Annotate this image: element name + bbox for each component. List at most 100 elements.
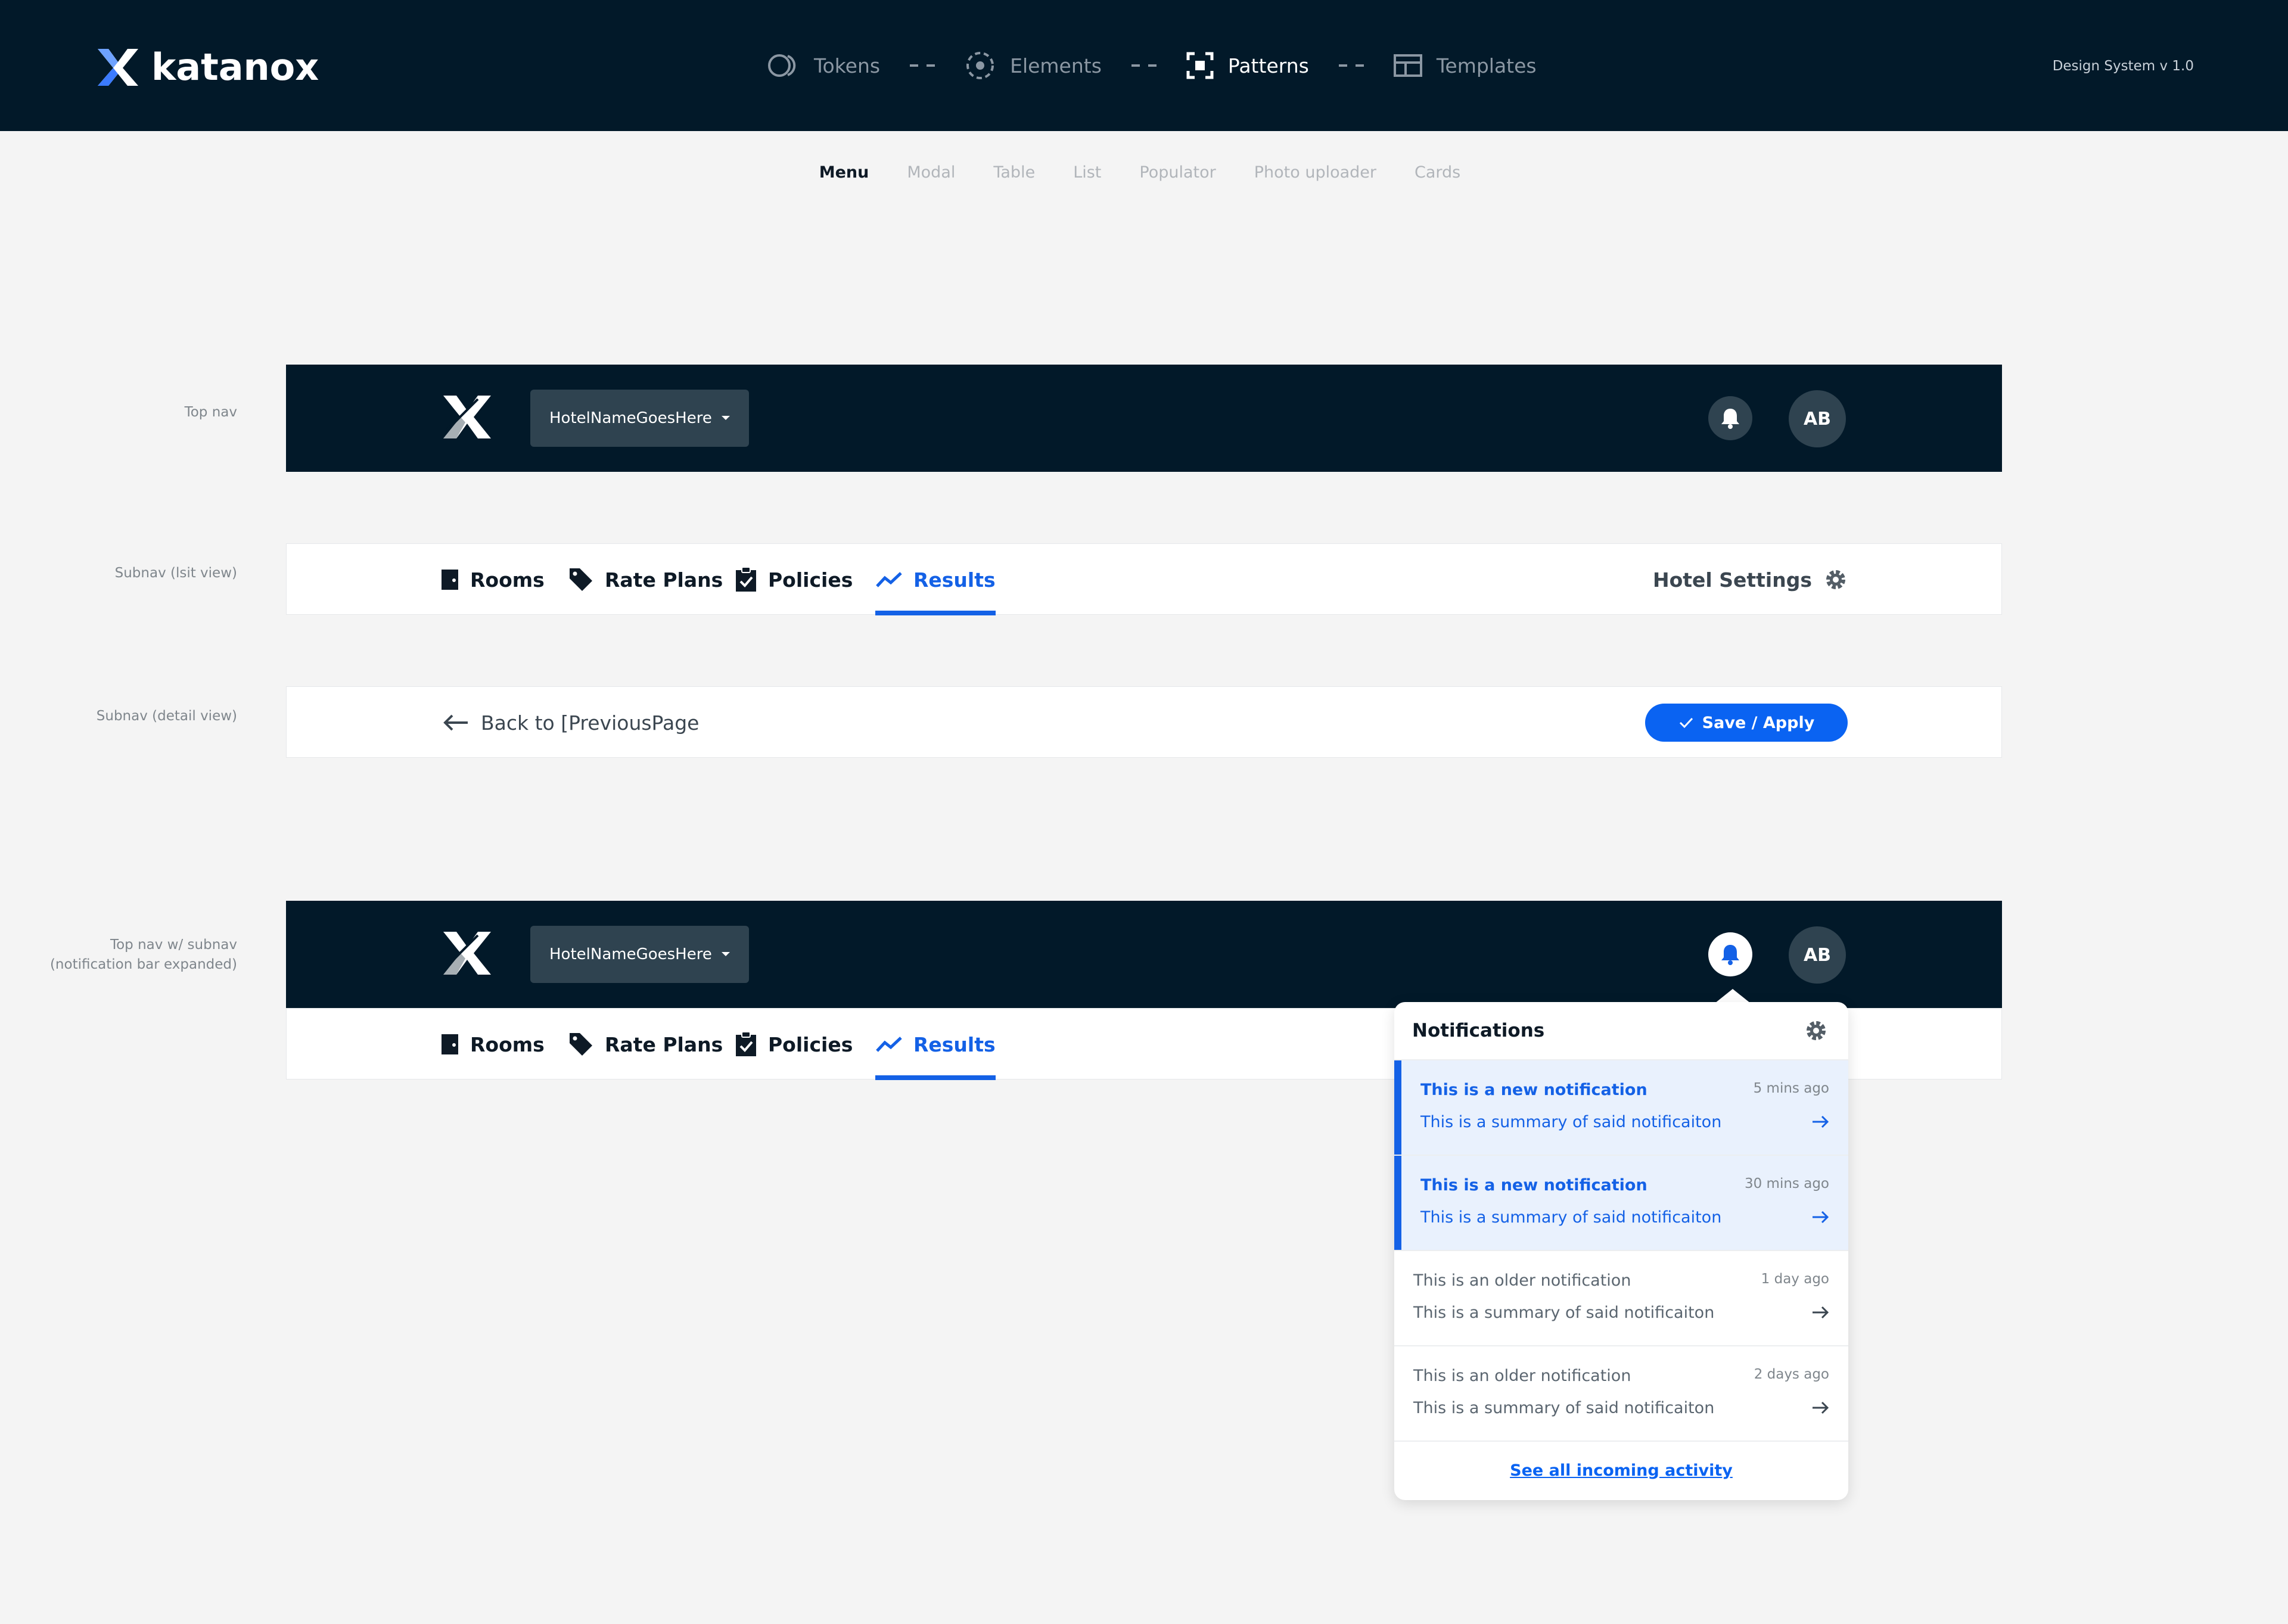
notification-title: This is an older notification xyxy=(1413,1271,1631,1290)
step-label: Patterns xyxy=(1227,54,1309,77)
subnav-item-results[interactable]: Results xyxy=(875,544,996,615)
elements-icon xyxy=(966,52,994,79)
arrow-right-icon xyxy=(1813,1211,1829,1224)
notification-time: 1 day ago xyxy=(1761,1271,1829,1287)
tab-menu[interactable]: Menu xyxy=(819,163,869,182)
hotel-name: HotelNameGoesHere xyxy=(549,409,712,427)
tag-icon xyxy=(570,1033,592,1056)
design-system-steps: Tokens Elements Patterns Templates xyxy=(767,48,1537,83)
trend-icon xyxy=(876,572,902,587)
notifications-panel: Notifications This is a new notification… xyxy=(1394,1002,1848,1500)
design-system-header: katanox Tokens Elements Patterns Templat… xyxy=(0,0,2288,131)
clipboard-check-icon xyxy=(736,567,756,592)
notification-summary: This is a summary of said notificaiton xyxy=(1413,1303,1715,1322)
notification-item[interactable]: This is a new notification 5 mins ago Th… xyxy=(1394,1060,1848,1156)
hotel-settings-link[interactable]: Hotel Settings xyxy=(1653,544,1848,615)
see-all-activity-link[interactable]: See all incoming activity xyxy=(1510,1461,1733,1480)
notifications-button[interactable] xyxy=(1708,396,1752,440)
trend-icon xyxy=(876,1037,902,1052)
notification-time: 5 mins ago xyxy=(1753,1081,1829,1096)
step-templates[interactable]: Templates xyxy=(1393,54,1537,77)
subnav-label: Rooms xyxy=(470,1032,545,1056)
step-divider xyxy=(910,64,935,67)
step-elements[interactable]: Elements xyxy=(965,50,1102,81)
katanox-logo[interactable] xyxy=(442,931,492,979)
avatar[interactable]: AB xyxy=(1789,390,1846,447)
subnav-item-rooms[interactable]: Rooms xyxy=(440,1009,545,1080)
subnav-label: Rate Plans xyxy=(605,1032,723,1056)
notification-item[interactable]: This is a new notification 30 mins ago T… xyxy=(1394,1156,1848,1251)
gear-icon[interactable] xyxy=(1804,1019,1828,1043)
hotel-name: HotelNameGoesHere xyxy=(549,945,712,963)
step-divider xyxy=(1131,64,1157,67)
notifications-title: Notifications xyxy=(1412,1020,1545,1041)
row-label-top-nav-subnav: Top nav w/ subnav (notification bar expa… xyxy=(50,935,237,975)
step-patterns[interactable]: Patterns xyxy=(1186,52,1309,79)
katanox-logo[interactable]: katanox xyxy=(95,45,319,89)
pattern-tabs: Menu Modal Table List Populator Photo up… xyxy=(0,163,2288,182)
tab-table[interactable]: Table xyxy=(993,163,1035,182)
step-label: Templates xyxy=(1436,54,1537,77)
hotel-selector[interactable]: HotelNameGoesHere xyxy=(530,390,749,447)
notification-item[interactable]: This is an older notification 1 day ago … xyxy=(1394,1251,1848,1346)
hotel-settings-label: Hotel Settings xyxy=(1652,568,1812,592)
hotel-selector[interactable]: HotelNameGoesHere xyxy=(530,926,749,983)
notifications-header: Notifications xyxy=(1394,1002,1848,1060)
door-icon xyxy=(442,1034,458,1054)
row-label-line: Top nav w/ subnav xyxy=(110,937,237,953)
brand-name: katanox xyxy=(151,45,319,89)
tab-photo-uploader[interactable]: Photo uploader xyxy=(1254,163,1376,182)
subnav-list-view: Rooms Rate Plans Policies Results Hotel … xyxy=(286,543,2002,615)
subnav-label: Rate Plans xyxy=(605,568,723,592)
step-label: Elements xyxy=(1010,54,1102,77)
save-apply-button[interactable]: Save / Apply xyxy=(1645,704,1848,742)
tag-icon xyxy=(570,568,592,591)
subnav-label: Results xyxy=(913,568,996,592)
subnav-item-rate-plans[interactable]: Rate Plans xyxy=(568,544,723,615)
notification-summary: This is a summary of said notificaiton xyxy=(1420,1208,1722,1227)
katanox-mark-icon xyxy=(98,48,138,86)
subnav-item-rooms[interactable]: Rooms xyxy=(440,544,545,615)
chevron-down-icon xyxy=(722,952,730,956)
bell-icon xyxy=(1721,409,1739,429)
subnav-label: Results xyxy=(913,1032,996,1056)
templates-icon xyxy=(1393,54,1422,77)
check-icon xyxy=(1679,717,1693,729)
katanox-logo[interactable] xyxy=(442,394,492,443)
subnav-item-rate-plans[interactable]: Rate Plans xyxy=(568,1009,723,1080)
notification-title: This is an older notification xyxy=(1413,1367,1631,1385)
notification-title: This is a new notification xyxy=(1420,1081,1647,1099)
design-system-version: Design System v 1.0 xyxy=(2052,58,2194,74)
subnav-label: Policies xyxy=(768,1032,853,1056)
back-link[interactable]: Back to [PreviousPage xyxy=(443,687,699,758)
row-label-subnav-detail: Subnav (detail view) xyxy=(96,708,237,724)
katanox-mark-icon xyxy=(443,396,491,438)
notifications-footer: See all incoming activity xyxy=(1394,1442,1848,1499)
subnav-item-results[interactable]: Results xyxy=(875,1009,996,1080)
notification-item[interactable]: This is an older notification 2 days ago… xyxy=(1394,1346,1848,1442)
save-label: Save / Apply xyxy=(1702,713,1815,732)
subnav-label: Policies xyxy=(768,568,853,592)
tokens-icon xyxy=(768,54,796,77)
row-label-subnav-list: Subnav (lsit view) xyxy=(114,565,237,581)
tab-populator[interactable]: Populator xyxy=(1139,163,1216,182)
notifications-pointer xyxy=(1715,989,1751,1003)
bell-icon xyxy=(1721,945,1739,965)
tab-list[interactable]: List xyxy=(1073,163,1101,182)
notifications-button[interactable] xyxy=(1708,932,1752,976)
subnav-item-policies[interactable]: Policies xyxy=(735,544,853,615)
top-nav: HotelNameGoesHere AB xyxy=(286,365,2002,472)
step-tokens[interactable]: Tokens xyxy=(767,52,880,79)
notification-time: 2 days ago xyxy=(1754,1367,1829,1382)
clipboard-check-icon xyxy=(736,1031,756,1056)
subnav-item-policies[interactable]: Policies xyxy=(735,1009,853,1080)
subnav-label: Rooms xyxy=(470,568,545,592)
gear-icon xyxy=(1826,570,1845,589)
chevron-down-icon xyxy=(722,416,730,420)
notification-summary: This is a summary of said notificaiton xyxy=(1420,1113,1722,1131)
notification-summary: This is a summary of said notificaiton xyxy=(1413,1399,1715,1417)
tab-cards[interactable]: Cards xyxy=(1415,163,1460,182)
tab-modal[interactable]: Modal xyxy=(907,163,955,182)
avatar[interactable]: AB xyxy=(1789,926,1846,984)
door-icon xyxy=(442,570,458,590)
